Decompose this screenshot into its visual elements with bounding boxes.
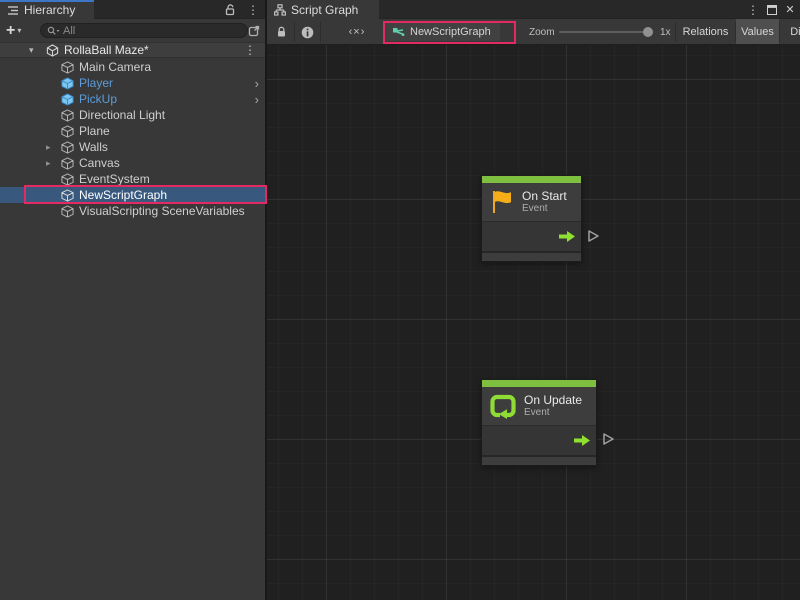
hierarchy-panel: Hierarchy ⋮ + ▾ All: [0, 0, 265, 600]
plus-icon: +: [6, 23, 15, 39]
gameobject-cube-icon: [61, 173, 74, 186]
hierarchy-tab-icon: [7, 4, 19, 16]
script-graph-asset-icon: [392, 26, 405, 39]
list-item-walls[interactable]: ▸ Walls: [0, 139, 265, 155]
list-item-visualscripting-scenevariables[interactable]: VisualScripting SceneVariables: [0, 203, 265, 219]
node-port-row: [482, 425, 596, 455]
scene-foldout-icon[interactable]: ▾: [29, 45, 34, 56]
graph-canvas[interactable]: On Start Event: [267, 45, 800, 600]
node-footer: [482, 251, 581, 261]
scene-header[interactable]: ▾ RollaBall Maze* ⋮: [0, 42, 265, 58]
info-icon[interactable]: [295, 19, 319, 45]
hierarchy-toolbar: + ▾ All: [0, 19, 265, 42]
unlock-icon[interactable]: [225, 4, 236, 16]
flow-output-port-icon[interactable]: [559, 231, 575, 242]
prefab-open-chevron-icon[interactable]: ›: [255, 93, 259, 106]
search-icon: [47, 26, 60, 36]
flow-output-port-icon[interactable]: [574, 435, 590, 446]
scene-name: RollaBall Maze*: [64, 43, 149, 57]
script-graph-panel: Script Graph ⋮ ✕ ‹×›: [267, 0, 800, 600]
values-button[interactable]: Values: [736, 19, 779, 45]
node-title: On Start: [522, 189, 567, 203]
gameobject-cube-icon: [61, 205, 74, 218]
tab-hierarchy[interactable]: Hierarchy: [0, 0, 94, 19]
graph-tab-icon: [274, 4, 286, 16]
connection-triangle-icon[interactable]: [602, 432, 615, 446]
hierarchy-tab-label: Hierarchy: [24, 3, 75, 17]
node-subtitle: Event: [524, 407, 582, 419]
dim-button[interactable]: Dim: [780, 19, 800, 45]
node-port-row: [482, 221, 581, 251]
list-item-canvas[interactable]: ▸ Canvas: [0, 155, 265, 171]
scene-menu-icon[interactable]: ⋮: [244, 44, 256, 56]
search-placeholder: All: [63, 25, 75, 37]
maximize-icon[interactable]: [763, 0, 781, 19]
hierarchy-tab-bar: Hierarchy ⋮: [0, 0, 265, 19]
node-on-start[interactable]: On Start Event: [481, 175, 582, 262]
breadcrumb-label: NewScriptGraph: [410, 26, 491, 38]
node-title: On Update: [524, 393, 582, 407]
loop-icon: [490, 393, 516, 419]
list-item-plane[interactable]: Plane: [0, 123, 265, 139]
list-item-newscriptgraph[interactable]: NewScriptGraph: [0, 187, 265, 203]
hierarchy-list: Main Camera Player › PickUp › Directiona…: [0, 59, 265, 219]
foldout-collapsed-icon[interactable]: ▸: [46, 158, 51, 169]
unity-editor-window: Hierarchy ⋮ + ▾ All: [0, 0, 800, 600]
list-item-pickup[interactable]: PickUp ›: [0, 91, 265, 107]
gameobject-cube-icon: [61, 157, 74, 170]
gameobject-cube-icon: [61, 61, 74, 74]
hierarchy-menu-icon[interactable]: ⋮: [247, 4, 259, 16]
list-item-eventsystem[interactable]: EventSystem: [0, 171, 265, 187]
tab-script-graph[interactable]: Script Graph: [267, 0, 379, 19]
hierarchy-search-input[interactable]: All: [40, 23, 248, 38]
variables-toggle-icon[interactable]: ‹×›: [339, 19, 375, 45]
node-accent-bar: [482, 176, 581, 183]
prefab-open-chevron-icon[interactable]: ›: [255, 77, 259, 90]
relations-button[interactable]: Relations: [676, 19, 735, 45]
zoom-slider-handle[interactable]: [643, 27, 653, 37]
prefab-cube-icon: [61, 77, 74, 90]
list-item-directional-light[interactable]: Directional Light: [0, 107, 265, 123]
gameobject-cube-icon: [61, 141, 74, 154]
gameobject-cube-icon: [61, 189, 74, 202]
gameobject-cube-icon: [61, 125, 74, 138]
graph-tab-label: Script Graph: [291, 3, 358, 17]
open-search-window-icon[interactable]: [248, 24, 261, 37]
node-footer: [482, 455, 596, 465]
graph-toolbar: ‹×› NewScriptGraph Zoom 1x Relations Val…: [267, 19, 800, 45]
foldout-collapsed-icon[interactable]: ▸: [46, 142, 51, 153]
graph-window-menu-icon[interactable]: ⋮: [744, 0, 762, 19]
gameobject-cube-icon: [61, 109, 74, 122]
dropdown-caret-icon: ▾: [17, 26, 21, 35]
connection-triangle-icon[interactable]: [587, 229, 600, 243]
close-icon[interactable]: ✕: [781, 0, 799, 19]
create-object-button[interactable]: + ▾: [6, 23, 21, 39]
node-on-update[interactable]: On Update Event: [481, 379, 597, 466]
lock-icon[interactable]: [269, 19, 293, 45]
zoom-label: Zoom: [529, 27, 555, 38]
flag-icon: [490, 189, 514, 215]
focused-tab-accent: [0, 0, 94, 2]
zoom-value: 1x: [660, 27, 671, 38]
unity-scene-icon: [46, 44, 59, 57]
node-accent-bar: [482, 380, 596, 387]
graph-breadcrumb-button[interactable]: NewScriptGraph: [385, 23, 500, 41]
prefab-cube-icon: [61, 93, 74, 106]
graph-tab-bar: Script Graph ⋮ ✕: [267, 0, 800, 19]
node-subtitle: Event: [522, 203, 567, 215]
list-item-player[interactable]: Player ›: [0, 75, 265, 91]
list-item-main-camera[interactable]: Main Camera: [0, 59, 265, 75]
zoom-slider[interactable]: [559, 31, 649, 33]
